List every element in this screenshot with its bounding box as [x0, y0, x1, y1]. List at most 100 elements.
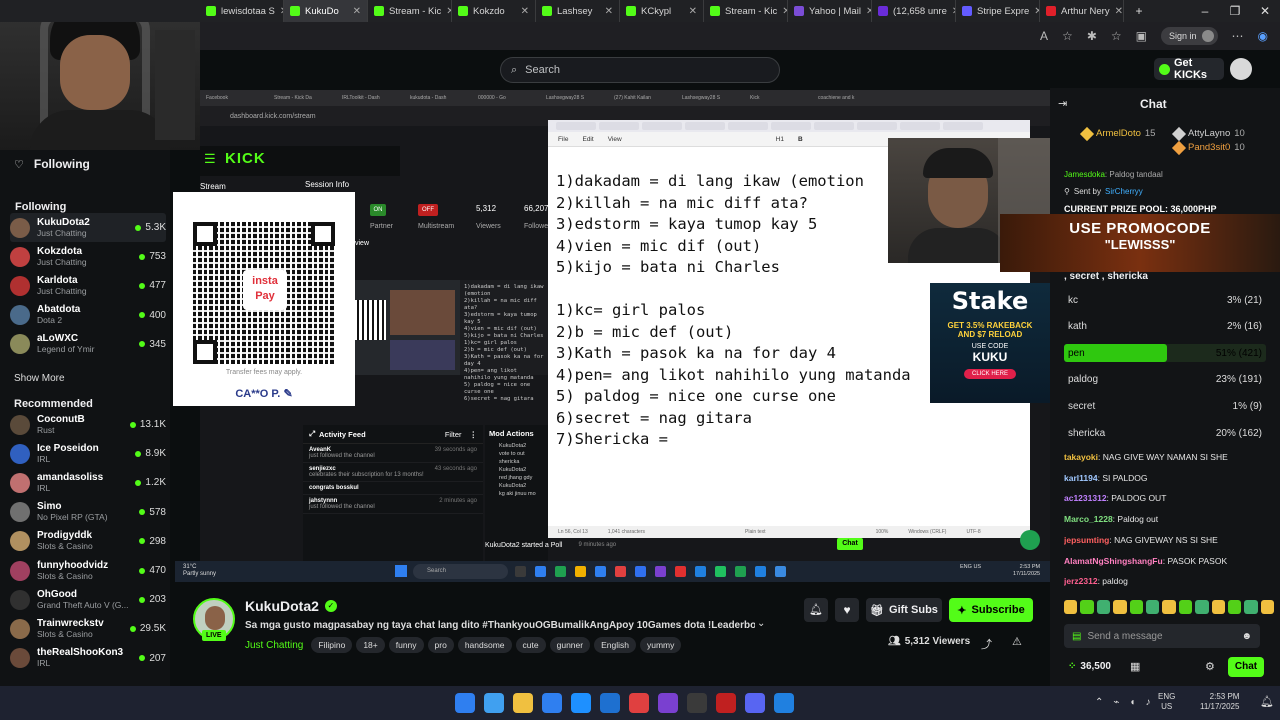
sidebar-channel-following[interactable]: KukuDota2 Just Chatting 5.3K [10, 213, 166, 242]
sidebar-channel-following[interactable]: Abatdota Dota 2 400 [10, 301, 166, 330]
store-icon[interactable]: ▦ [1130, 660, 1140, 673]
emote-icon[interactable] [1227, 600, 1242, 614]
emote-icon[interactable] [1096, 600, 1111, 614]
copilot-icon[interactable]: ◉ [1258, 29, 1268, 43]
chat-username[interactable]: AlamatNgShingshangFu [1064, 556, 1163, 566]
emote-icon[interactable] [1129, 600, 1143, 614]
emote-icon[interactable] [1113, 600, 1127, 614]
settings-icon[interactable]: ⚙ [1205, 660, 1215, 673]
emote-icon[interactable] [1162, 600, 1176, 614]
emote-icon[interactable] [1195, 600, 1209, 614]
close-tab-icon[interactable]: ✕ [521, 6, 529, 17]
tag-chip[interactable]: funny [388, 637, 424, 653]
taskbar-app-icon[interactable] [745, 693, 765, 713]
emote-icon[interactable] [1260, 600, 1275, 614]
taskbar-lang[interactable]: ENG US [1158, 692, 1175, 712]
sidebar-channel-recommended[interactable]: amandasoliss IRL 1.2K [10, 468, 166, 497]
sidebar-channel-recommended[interactable]: OhGood Grand Theft Auto V (G... 203 [10, 585, 166, 614]
emoji-icon[interactable]: ☻ [1241, 631, 1252, 642]
sidebar-channel-recommended[interactable]: theRealShooKon3 IRL 207 [10, 644, 166, 673]
emote-icon[interactable] [1211, 600, 1225, 614]
get-kicks-button[interactable]: Get KICKs [1154, 57, 1224, 81]
sidebar-channel-recommended[interactable]: Trainwreckstv Slots & Casino 29.5K [10, 614, 166, 643]
collections-icon[interactable]: ▣ [1136, 29, 1147, 43]
sidebar-channel-recommended[interactable]: Simo No Pixel RP (GTA) 578 [10, 498, 166, 527]
poll-option[interactable]: kath 2% (16) [1064, 318, 1266, 336]
search-input[interactable]: ⌕ Search [500, 57, 780, 83]
taskbar-app-icon[interactable] [658, 693, 678, 713]
close-window-button[interactable]: ✕ [1250, 4, 1280, 18]
emote-icon[interactable] [1178, 600, 1193, 614]
browser-tab[interactable]: Kokzdo ✕ [452, 0, 536, 22]
new-tab-button[interactable]: + [1124, 4, 1154, 18]
category-link[interactable]: Just Chatting [245, 640, 303, 651]
taskbar-app-icon[interactable] [716, 693, 736, 713]
browser-tab[interactable]: Stream - Kic✕ [704, 0, 788, 22]
browser-tab[interactable]: Stream - Kic✕ [368, 0, 452, 22]
chat-username[interactable]: karl1194 [1064, 473, 1098, 483]
browser-tab[interactable]: Yahoo | Mail✕ [788, 0, 872, 22]
browser-tab[interactable]: KCkypl ✕ [620, 0, 704, 22]
following-header[interactable]: ♡ Following [14, 157, 90, 171]
minimize-button[interactable]: – [1190, 4, 1220, 18]
tag-chip[interactable]: pro [427, 637, 454, 653]
maximize-button[interactable]: ❐ [1220, 4, 1250, 18]
extensions-icon[interactable]: ✱ [1087, 29, 1097, 43]
taskbar-app-icon[interactable] [629, 693, 649, 713]
emote-icon[interactable] [1080, 600, 1094, 614]
tag-chip[interactable]: Filipino [311, 637, 353, 653]
tag-chip[interactable]: cute [515, 637, 546, 653]
share-icon[interactable]: ⤴ [981, 636, 992, 652]
close-tab-icon[interactable]: ✕ [1115, 6, 1123, 17]
tag-chip[interactable]: yummy [639, 637, 682, 653]
taskbar-app-icon[interactable] [571, 693, 591, 713]
channel-name[interactable]: KukuDota2 [245, 598, 319, 614]
chat-username[interactable]: Marco_1228 [1064, 514, 1113, 524]
tag-chip[interactable]: English [594, 637, 636, 653]
poll-option[interactable]: shericka 20% (162) [1064, 424, 1266, 442]
chat-send-button[interactable]: Chat [1228, 657, 1264, 677]
close-tab-icon[interactable]: ✕ [689, 6, 697, 17]
taskbar-app-icon[interactable] [687, 693, 707, 713]
sidebar-channel-recommended[interactable]: Ice Poseidon IRL 8.9K [10, 439, 166, 468]
chevron-down-icon[interactable]: ⌄ [757, 618, 765, 629]
gift-subs-button[interactable]: 🎁︎ Gift Subs [866, 598, 942, 622]
taskbar-app-icon[interactable] [600, 693, 620, 713]
tray-icons[interactable]: ⌃ ⌁ ◖ ♪ [1095, 697, 1150, 708]
emote-icon[interactable] [1244, 600, 1258, 614]
tag-chip[interactable]: handsome [457, 637, 512, 653]
chat-input[interactable]: ▤ Send a message ☻ [1064, 624, 1260, 648]
browser-tab[interactable]: Stripe Expre✕ [956, 0, 1040, 22]
collapse-chat-icon[interactable]: ⇥ [1058, 97, 1067, 110]
close-tab-icon[interactable]: ✕ [605, 6, 613, 17]
show-more-link[interactable]: Show More [14, 373, 65, 384]
user-avatar[interactable] [1230, 58, 1252, 80]
sidebar-channel-recommended[interactable]: funnyhoodvidz Slots & Casino 470 [10, 556, 166, 585]
chat-username[interactable]: jerz2312 [1064, 576, 1098, 586]
sign-in-button[interactable]: Sign in [1160, 27, 1218, 45]
poll-option[interactable]: secret 1% (9) [1064, 397, 1266, 415]
subscribe-button[interactable]: ✦ Subscribe [949, 598, 1033, 622]
taskbar-clock[interactable]: 2:53 PM 11/17/2025 [1200, 692, 1239, 712]
sidebar-channel-following[interactable]: Karldota Just Chatting 477 [10, 271, 166, 300]
taskbar-app-icon[interactable] [455, 693, 475, 713]
kicks-balance[interactable]: ⁘ 36,500 [1068, 661, 1111, 672]
taskbar-app-icon[interactable] [484, 693, 504, 713]
sidebar-channel-recommended[interactable]: CoconutB Rust 13.1K [10, 410, 166, 439]
tag-chip[interactable]: gunner [549, 637, 591, 653]
report-icon[interactable]: ⚠ [1012, 635, 1022, 648]
chat-username[interactable]: ac1231312 [1064, 493, 1107, 503]
bell-icon[interactable]: 🔔︎ [804, 598, 828, 622]
poll-option[interactable]: kc 3% (21) [1064, 291, 1266, 309]
taskbar-app-icon[interactable] [774, 693, 794, 713]
close-tab-icon[interactable]: ✕ [353, 6, 361, 17]
more-icon[interactable]: ⋯ [1232, 29, 1244, 43]
taskbar-app-icon[interactable] [513, 693, 533, 713]
browser-tab[interactable]: KukuDo ✕ [284, 0, 368, 22]
sidebar-channel-following[interactable]: aLoWXC Legend of Ymir 345 [10, 330, 166, 359]
favorites-icon[interactable]: ☆ [1111, 29, 1122, 43]
poll-option[interactable]: paldog 23% (191) [1064, 371, 1266, 389]
sidebar-channel-recommended[interactable]: Prodigyddk Slots & Casino 298 [10, 527, 166, 556]
browser-tab[interactable]: Arthur Nery ✕ [1040, 0, 1124, 22]
browser-tab[interactable]: lewisdotaa S✕ [200, 0, 284, 22]
